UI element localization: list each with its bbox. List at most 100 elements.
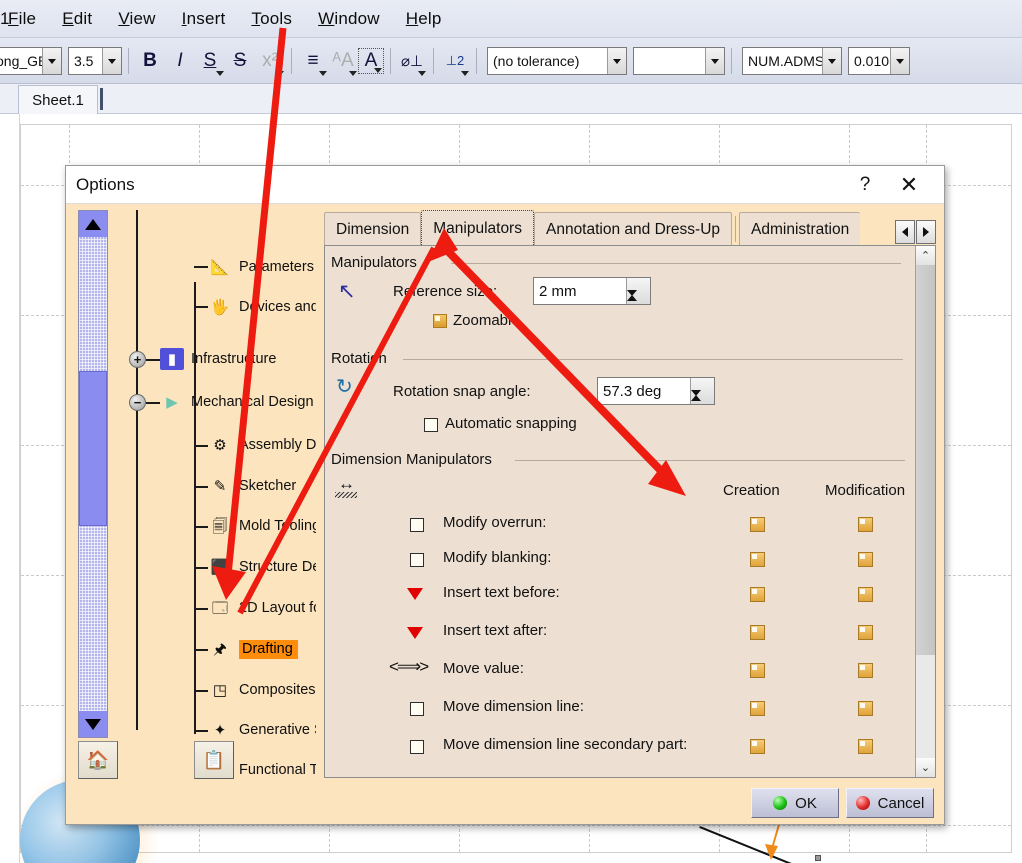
align-text-button[interactable]: ≡	[298, 46, 328, 76]
insert-text-after-creation-checkbox[interactable]	[750, 625, 765, 640]
font-combo[interactable]: ong_GB	[0, 47, 62, 75]
datum-button[interactable]: ⊥2	[440, 46, 470, 76]
green-led-icon	[773, 796, 788, 810]
rotation-snap-angle-spinner[interactable]: 57.3 deg	[597, 377, 715, 413]
italic-button[interactable]: I	[165, 46, 195, 76]
precision-combo[interactable]: 0.010(	[848, 47, 910, 75]
tolerance-combo[interactable]: (no tolerance)	[487, 47, 627, 75]
menu-item-edit[interactable]: Edit	[62, 9, 92, 29]
strikethrough-button[interactable]: S	[225, 46, 255, 76]
panel-scrollbar-thumb[interactable]	[916, 265, 935, 655]
menu-item-tools[interactable]: Tools	[251, 9, 292, 29]
tab-scroll-left-button[interactable]	[895, 220, 915, 244]
menu-item-insert[interactable]: Insert	[182, 9, 226, 29]
chevron-down-icon[interactable]	[102, 48, 121, 74]
move-dimension-line-secondary-modification-checkbox[interactable]	[858, 739, 873, 754]
tree-item-infrastructure[interactable]: ▮ Infrastructure	[160, 344, 276, 374]
tree-item-mold-tooling-design[interactable]: 🗐 Mold Tooling Desig	[208, 511, 317, 541]
tree-item-assembly-design[interactable]: ⚙ Assembly Design	[208, 430, 316, 460]
menu-item-window[interactable]: Window	[318, 9, 380, 29]
chevron-down-icon[interactable]	[42, 48, 61, 74]
options-dialog: Options ? ✕ 📐 Parameters an	[65, 165, 945, 825]
tolerance-combo-value: (no tolerance)	[493, 53, 580, 69]
insert-text-after-modification-checkbox[interactable]	[858, 625, 873, 640]
tree-scrollbar-thumb[interactable]	[79, 371, 107, 526]
numbering-combo[interactable]: NUM.ADMS	[742, 47, 842, 75]
tab-annotation-and-dress-up[interactable]: Annotation and Dress-Up	[533, 212, 733, 246]
reference-size-spinner[interactable]: 2 mm	[533, 277, 651, 313]
superscript-button[interactable]: x²	[255, 46, 285, 76]
rotation-snap-angle-value[interactable]: 57.3 deg	[598, 378, 690, 404]
stepper-down-button[interactable]	[691, 390, 714, 414]
zoomable-checkbox[interactable]	[433, 314, 447, 328]
insert-text-before-modification-checkbox[interactable]	[858, 587, 873, 602]
move-value-creation-checkbox[interactable]	[750, 663, 765, 678]
tree-item-mechanical-design[interactable]: ▶ Mechanical Design	[160, 387, 313, 417]
font-size-combo[interactable]: 3.5	[68, 47, 122, 75]
tree-scroll-up-button[interactable]	[79, 211, 107, 237]
cancel-button[interactable]: Cancel	[846, 788, 934, 818]
ok-button[interactable]: OK	[751, 788, 839, 818]
rotation-snap-stepper[interactable]	[690, 378, 714, 413]
move-dimension-line-creation-checkbox[interactable]	[750, 701, 765, 716]
underline-button[interactable]: S	[195, 46, 225, 76]
move-value-modification-checkbox[interactable]	[858, 663, 873, 678]
close-icon[interactable]: ✕	[894, 172, 924, 198]
tree-item-structure-design[interactable]: ⬛ Structure Design	[208, 552, 316, 582]
bold-button[interactable]: B	[135, 46, 165, 76]
menu-item-file[interactable]: FFileile	[8, 9, 36, 29]
move-dimension-line-glyph	[410, 702, 424, 716]
reference-size-stepper[interactable]	[626, 278, 650, 313]
modify-overrun-creation-checkbox[interactable]	[750, 517, 765, 532]
sheet-tab-sheet1[interactable]: Sheet.1	[18, 85, 98, 114]
menu-item-help[interactable]: Help	[406, 9, 442, 29]
goto-options-home-button[interactable]: 🏠	[78, 741, 118, 779]
tab-dimension[interactable]: Dimension	[324, 212, 422, 246]
reference-size-label: Reference size:	[393, 283, 498, 300]
tree-item-composites-design[interactable]: ◳ Composites Design	[208, 675, 316, 705]
zoomable-label: Zoomable	[453, 312, 520, 329]
reference-size-value[interactable]: 2 mm	[534, 278, 626, 304]
text-frame-button[interactable]: A	[358, 48, 384, 74]
tree-expander-mechanical-design[interactable]: −	[129, 394, 146, 411]
text-anchor-button[interactable]: ᴬA	[328, 46, 358, 76]
tree-item-sketcher[interactable]: ✎ Sketcher	[208, 471, 297, 501]
chevron-down-icon[interactable]	[607, 48, 626, 74]
tree-item-parameters-and-measure[interactable]: 📐 Parameters and Me	[208, 252, 316, 282]
chevron-down-icon[interactable]	[705, 48, 724, 74]
panel-scrollbar[interactable]: ⌃ ⌄	[915, 246, 935, 777]
stepper-down-button[interactable]	[627, 290, 650, 314]
tree-item-label: Infrastructure	[191, 351, 277, 367]
2d-layout-icon: 🗔	[211, 599, 229, 617]
menu-item-view[interactable]: View	[118, 9, 155, 29]
options-tree-panel[interactable]: 📐 Parameters and Me 🖐 Devices and Virtua…	[74, 208, 316, 778]
tab-manipulators[interactable]: Manipulators	[421, 210, 534, 246]
help-icon[interactable]: ?	[850, 172, 880, 198]
modify-blanking-creation-checkbox[interactable]	[750, 552, 765, 567]
tree-item-2d-layout-for-3d-design[interactable]: 🗔 2D Layout for 3D D	[208, 593, 316, 623]
panel-scroll-up-button[interactable]: ⌃	[916, 246, 935, 265]
tree-item-drafting[interactable]: 🖈 Drafting	[208, 634, 298, 664]
tree-item-devices-and-virtual-reality[interactable]: 🖐 Devices and Virtual	[208, 292, 316, 322]
tab-scroll-right-button[interactable]	[916, 220, 936, 244]
chevron-down-icon[interactable]	[890, 48, 909, 74]
tree-scrollbar[interactable]	[78, 210, 108, 738]
modify-blanking-modification-checkbox[interactable]	[858, 552, 873, 567]
caret-left-icon	[902, 227, 908, 237]
tree-item-label: 2D Layout for 3D D	[239, 600, 316, 616]
tolerance-value-combo[interactable]	[633, 47, 725, 75]
tree-scroll-down-button[interactable]	[79, 711, 107, 737]
chevron-down-icon[interactable]	[822, 48, 841, 74]
move-dimension-line-modification-checkbox[interactable]	[858, 701, 873, 716]
tab-administration[interactable]: Administration	[739, 212, 861, 246]
panel-scroll-down-button[interactable]: ⌄	[916, 758, 935, 777]
wrench-list-icon: 📋	[202, 749, 226, 770]
assembly-design-icon: ⚙	[213, 436, 227, 454]
tolerance-symbol-button[interactable]: ⌀⊥	[397, 46, 427, 76]
insert-text-before-creation-checkbox[interactable]	[750, 587, 765, 602]
tree-expander-infrastructure[interactable]: +	[129, 351, 146, 368]
options-list-button[interactable]: 📋	[194, 741, 234, 779]
move-dimension-line-secondary-creation-checkbox[interactable]	[750, 739, 765, 754]
modify-overrun-modification-checkbox[interactable]	[858, 517, 873, 532]
automatic-snapping-checkbox[interactable]	[424, 418, 438, 432]
